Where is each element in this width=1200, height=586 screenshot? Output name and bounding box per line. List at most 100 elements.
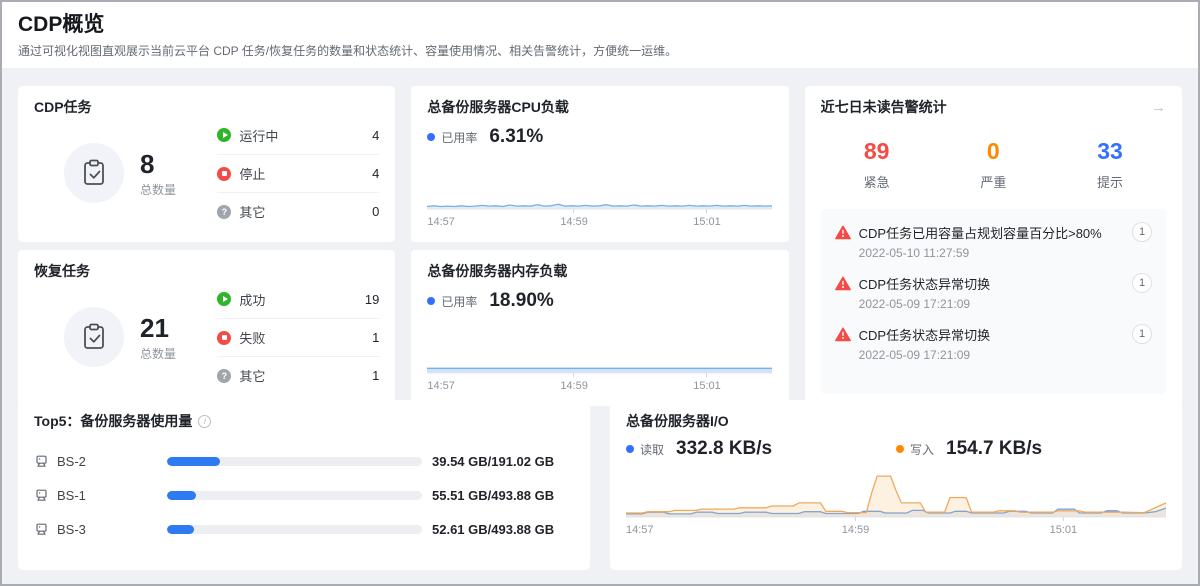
alert-title: CDP任务状态异常切换 bbox=[859, 325, 990, 344]
card-title: CDP任务 bbox=[34, 98, 379, 116]
alert-item[interactable]: CDP任务已用容量占规划容量百分比>80% 1 2022-05-10 11:27… bbox=[835, 222, 1152, 260]
status-value: 4 bbox=[372, 166, 379, 181]
bottom-grid: Top5：备份服务器使用量 BS-2 39.54 GB/191.02 GB BS… bbox=[18, 400, 1182, 570]
card-title: 恢复任务 bbox=[34, 262, 379, 280]
write-value: 154.7 KB/s bbox=[946, 438, 1042, 460]
status-list: 成功 19 失败 1 其它 1 bbox=[217, 280, 379, 394]
memory-legend: 已用率 18.90% bbox=[427, 290, 772, 312]
x-axis-label: 14:57 bbox=[427, 216, 455, 228]
stopped-icon bbox=[217, 167, 231, 181]
memory-x-axis: 14:57 14:59 15:01 bbox=[427, 380, 772, 394]
severe-label: 严重 bbox=[963, 172, 1023, 191]
usage-value: 52.61 GB/493.88 GB bbox=[432, 522, 574, 537]
page-title: CDP概览 bbox=[18, 12, 1182, 38]
x-axis-label: 14:59 bbox=[560, 380, 588, 392]
io-read-legend: 读取 332.8 KB/s bbox=[626, 438, 896, 460]
warning-triangle-icon bbox=[835, 225, 851, 240]
total-count: 8 bbox=[140, 149, 176, 179]
x-axis-label: 15:01 bbox=[693, 216, 721, 228]
usage-bar-fill bbox=[167, 457, 220, 466]
top-grid: CDP任务 8 bbox=[18, 86, 1182, 388]
arrow-right-icon[interactable] bbox=[1151, 100, 1166, 115]
failed-icon bbox=[217, 331, 231, 345]
usage-value: 55.51 GB/493.88 GB bbox=[432, 488, 574, 503]
status-row-other: 其它 1 bbox=[217, 356, 379, 394]
usage-rate-label: 已用率 bbox=[441, 129, 477, 146]
status-label: 成功 bbox=[239, 290, 265, 309]
alert-timestamp: 2022-05-09 17:21:09 bbox=[859, 297, 1152, 311]
status-label: 失败 bbox=[239, 328, 265, 347]
notice-count: 33 bbox=[1080, 138, 1140, 164]
x-axis-label: 15:01 bbox=[1050, 524, 1078, 536]
clipboard-icon bbox=[64, 307, 124, 367]
card-title: 总备份服务器CPU负载 bbox=[427, 98, 772, 116]
success-icon bbox=[217, 292, 231, 306]
critical-label: 紧急 bbox=[847, 172, 907, 191]
page-header: CDP概览 通过可视化视图直观展示当前云平台 CDP 任务/恢复任务的数量和状态… bbox=[2, 2, 1198, 68]
status-label: 其它 bbox=[239, 202, 265, 221]
card-alarm-stats: 近七日未读告警统计 89 紧急 0 严重 33 提示 bbox=[805, 86, 1182, 406]
alert-list: CDP任务已用容量占规划容量百分比>80% 1 2022-05-10 11:27… bbox=[821, 209, 1166, 394]
running-icon bbox=[217, 128, 231, 142]
status-value: 1 bbox=[372, 368, 379, 383]
card-recovery-tasks: 恢复任务 21 bbox=[18, 250, 395, 406]
load-column: 总备份服务器CPU负载 已用率 6.31% 14:57 14:59 15:01 bbox=[411, 86, 788, 406]
alarm-stat-notice: 33 提示 bbox=[1080, 138, 1140, 191]
status-row-other: 其它 0 bbox=[217, 192, 379, 230]
alert-count-badge: 1 bbox=[1132, 324, 1152, 344]
alert-count-badge: 1 bbox=[1132, 222, 1152, 242]
server-icon bbox=[34, 522, 49, 537]
status-row-running: 运行中 4 bbox=[217, 116, 379, 154]
info-icon[interactable] bbox=[198, 415, 211, 428]
x-axis-label: 15:01 bbox=[693, 380, 721, 392]
clipboard-icon bbox=[64, 143, 124, 203]
x-axis-label: 14:57 bbox=[427, 380, 455, 392]
server-usage-list: BS-2 39.54 GB/191.02 GB BS-1 55.51 GB/49… bbox=[34, 444, 574, 546]
usage-value: 39.54 GB/191.02 GB bbox=[432, 454, 574, 469]
usage-bar-fill bbox=[167, 525, 194, 534]
legend-dot bbox=[896, 445, 904, 453]
tasks-column: CDP任务 8 bbox=[18, 86, 395, 406]
status-label: 其它 bbox=[239, 366, 265, 385]
status-label: 停止 bbox=[239, 164, 265, 183]
server-name: BS-3 bbox=[57, 522, 167, 537]
alert-item[interactable]: CDP任务状态异常切换 1 2022-05-09 17:21:09 bbox=[835, 324, 1152, 362]
warning-triangle-icon bbox=[835, 276, 851, 291]
critical-count: 89 bbox=[847, 138, 907, 164]
status-value: 0 bbox=[372, 204, 379, 219]
server-usage-row: BS-2 39.54 GB/191.02 GB bbox=[34, 444, 574, 478]
x-axis-label: 14:59 bbox=[560, 216, 588, 228]
dashboard-content: CDP任务 8 bbox=[2, 68, 1198, 584]
status-label: 运行中 bbox=[239, 126, 278, 145]
legend-dot bbox=[427, 297, 435, 305]
alert-timestamp: 2022-05-10 11:27:59 bbox=[859, 246, 1152, 260]
usage-bar-track bbox=[167, 491, 422, 500]
status-row-failed: 失败 1 bbox=[217, 318, 379, 356]
warning-triangle-icon bbox=[835, 327, 851, 342]
x-axis-label: 14:57 bbox=[626, 524, 654, 536]
total-label: 总数量 bbox=[140, 345, 176, 362]
usage-bar-track bbox=[167, 457, 422, 466]
card-top5-usage: Top5：备份服务器使用量 BS-2 39.54 GB/191.02 GB BS… bbox=[18, 400, 590, 570]
status-row-stopped: 停止 4 bbox=[217, 154, 379, 192]
status-list: 运行中 4 停止 4 其它 0 bbox=[217, 116, 379, 230]
server-usage-row: BS-3 52.61 GB/493.88 GB bbox=[34, 512, 574, 546]
card-title: Top5：备份服务器使用量 bbox=[34, 412, 192, 430]
notice-label: 提示 bbox=[1080, 172, 1140, 191]
server-name: BS-2 bbox=[57, 454, 167, 469]
server-icon bbox=[34, 488, 49, 503]
server-name: BS-1 bbox=[57, 488, 167, 503]
alarm-stat-severe: 0 严重 bbox=[963, 138, 1023, 191]
alert-title: CDP任务已用容量占规划容量百分比>80% bbox=[859, 223, 1102, 242]
card-cdp-tasks: CDP任务 8 bbox=[18, 86, 395, 242]
alert-item[interactable]: CDP任务状态异常切换 1 2022-05-09 17:21:09 bbox=[835, 273, 1152, 311]
usage-bar-fill bbox=[167, 491, 196, 500]
question-icon bbox=[217, 369, 231, 383]
total-count: 21 bbox=[140, 313, 176, 343]
status-value: 19 bbox=[365, 292, 379, 307]
alarm-stat-critical: 89 紧急 bbox=[847, 138, 907, 191]
usage-rate-value: 6.31% bbox=[489, 126, 543, 148]
usage-rate-value: 18.90% bbox=[489, 290, 553, 312]
question-icon bbox=[217, 205, 231, 219]
io-write-legend: 写入 154.7 KB/s bbox=[896, 438, 1166, 460]
